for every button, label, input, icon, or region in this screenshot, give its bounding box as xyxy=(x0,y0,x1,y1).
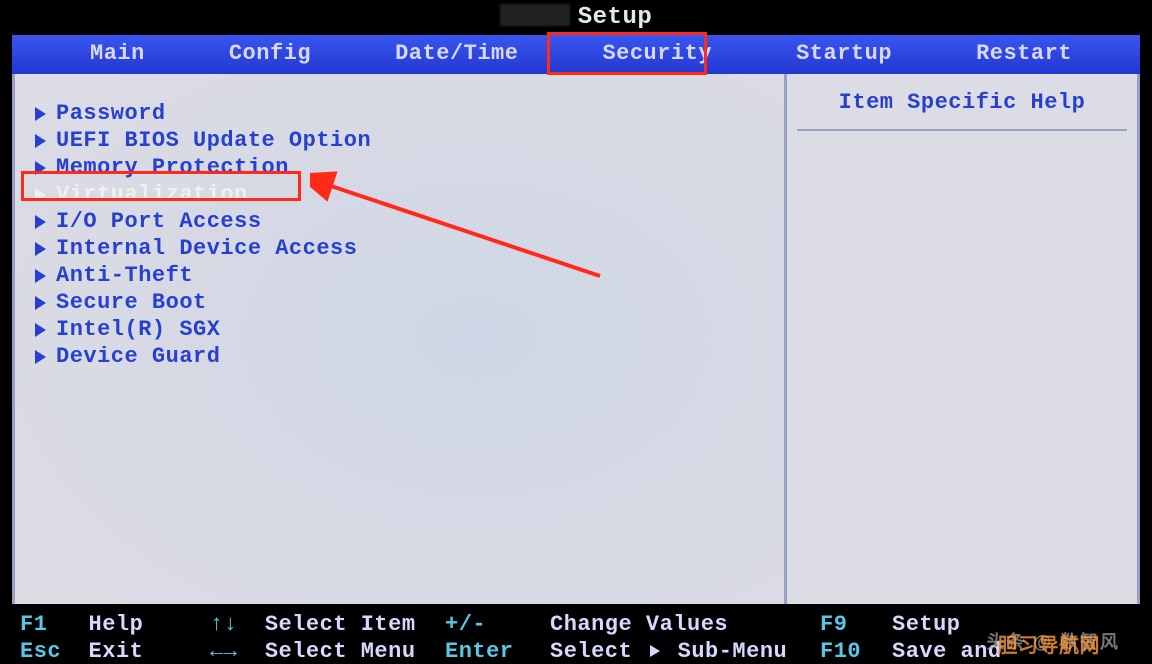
footer-bar: F1 Help ↑↓ Select Item +/- Change Values… xyxy=(12,604,1140,664)
menu-item-label: Memory Protection xyxy=(56,155,289,180)
triangle-right-icon xyxy=(35,134,46,148)
help-panel: Item Specific Help xyxy=(787,74,1137,604)
menu-item-virtualization[interactable]: Virtualization xyxy=(35,181,764,208)
menu-item-uefi-bios-update[interactable]: UEFI BIOS Update Option xyxy=(35,127,764,154)
menu-item-label: Secure Boot xyxy=(56,290,207,315)
hint-select: Select xyxy=(550,639,632,664)
triangle-right-icon xyxy=(35,269,46,283)
footer-row-1: F1 Help ↑↓ Select Item +/- Change Values… xyxy=(20,612,1132,637)
triangle-right-icon xyxy=(35,188,46,202)
top-nav: Main Config Date/Time Security Startup R… xyxy=(12,35,1140,74)
main-area: Password UEFI BIOS Update Option Memory … xyxy=(12,74,1140,604)
menu-item-io-port-access[interactable]: I/O Port Access xyxy=(35,208,764,235)
hotkey-esc: Esc xyxy=(20,639,61,664)
hint-submenu: Sub-Menu xyxy=(678,639,788,664)
menu-item-internal-device-access[interactable]: Internal Device Access xyxy=(35,235,764,262)
menu-item-device-guard[interactable]: Device Guard xyxy=(35,343,764,370)
menu-item-label: Anti-Theft xyxy=(56,263,193,288)
menu-item-label: Virtualization xyxy=(56,182,248,207)
menu-item-intel-sgx[interactable]: Intel(R) SGX xyxy=(35,316,764,343)
hint-setup-defaults: Setup xyxy=(892,612,961,637)
watermark-text-2: 胆习导航网 xyxy=(998,629,1101,658)
hotkey-f1: F1 xyxy=(20,612,47,637)
hint-select-item: Select Item xyxy=(265,612,416,637)
hotkey-enter: Enter xyxy=(445,639,514,664)
menu-item-secure-boot[interactable]: Secure Boot xyxy=(35,289,764,316)
hint-save-exit: Save and xyxy=(892,639,1002,664)
hint-select-menu: Select Menu xyxy=(265,639,416,664)
triangle-right-icon xyxy=(35,323,46,337)
nav-startup[interactable]: Startup xyxy=(788,39,900,68)
nav-restart[interactable]: Restart xyxy=(968,39,1080,68)
hotkey-updown: ↑↓ xyxy=(210,612,237,637)
hint-change-values: Change Values xyxy=(550,612,728,637)
menu-item-label: Intel(R) SGX xyxy=(56,317,220,342)
title-bar: Setup xyxy=(12,0,1140,35)
menu-item-password[interactable]: Password xyxy=(35,100,764,127)
hotkey-f10: F10 xyxy=(820,639,861,664)
menu-item-label: Internal Device Access xyxy=(56,236,357,261)
menu-item-label: Device Guard xyxy=(56,344,220,369)
obscured-brand xyxy=(500,4,570,26)
nav-main[interactable]: Main xyxy=(82,39,153,68)
footer-row-2: Esc Exit ←→ Select Menu Enter Select Sub… xyxy=(20,639,1132,664)
nav-security[interactable]: Security xyxy=(594,39,720,68)
hint-help: Help xyxy=(89,612,144,637)
triangle-right-icon xyxy=(35,350,46,364)
hint-exit: Exit xyxy=(89,639,144,664)
nav-datetime[interactable]: Date/Time xyxy=(387,39,526,68)
hotkey-f9: F9 xyxy=(820,612,847,637)
hotkey-plusminus: +/- xyxy=(445,612,486,637)
triangle-right-icon xyxy=(35,296,46,310)
triangle-right-icon xyxy=(35,215,46,229)
menu-item-label: I/O Port Access xyxy=(56,209,262,234)
menu-panel: Password UEFI BIOS Update Option Memory … xyxy=(15,74,787,604)
menu-list: Password UEFI BIOS Update Option Memory … xyxy=(35,100,764,370)
hotkey-leftright: ←→ xyxy=(210,639,237,664)
triangle-right-icon xyxy=(35,242,46,256)
menu-item-label: Password xyxy=(56,101,166,126)
triangle-right-icon xyxy=(650,645,660,657)
triangle-right-icon xyxy=(35,107,46,121)
menu-item-memory-protection[interactable]: Memory Protection xyxy=(35,154,764,181)
setup-title: Setup xyxy=(578,4,653,31)
help-title: Item Specific Help xyxy=(797,90,1127,131)
menu-item-label: UEFI BIOS Update Option xyxy=(56,128,371,153)
menu-item-anti-theft[interactable]: Anti-Theft xyxy=(35,262,764,289)
nav-config[interactable]: Config xyxy=(221,39,319,68)
triangle-right-icon xyxy=(35,161,46,175)
